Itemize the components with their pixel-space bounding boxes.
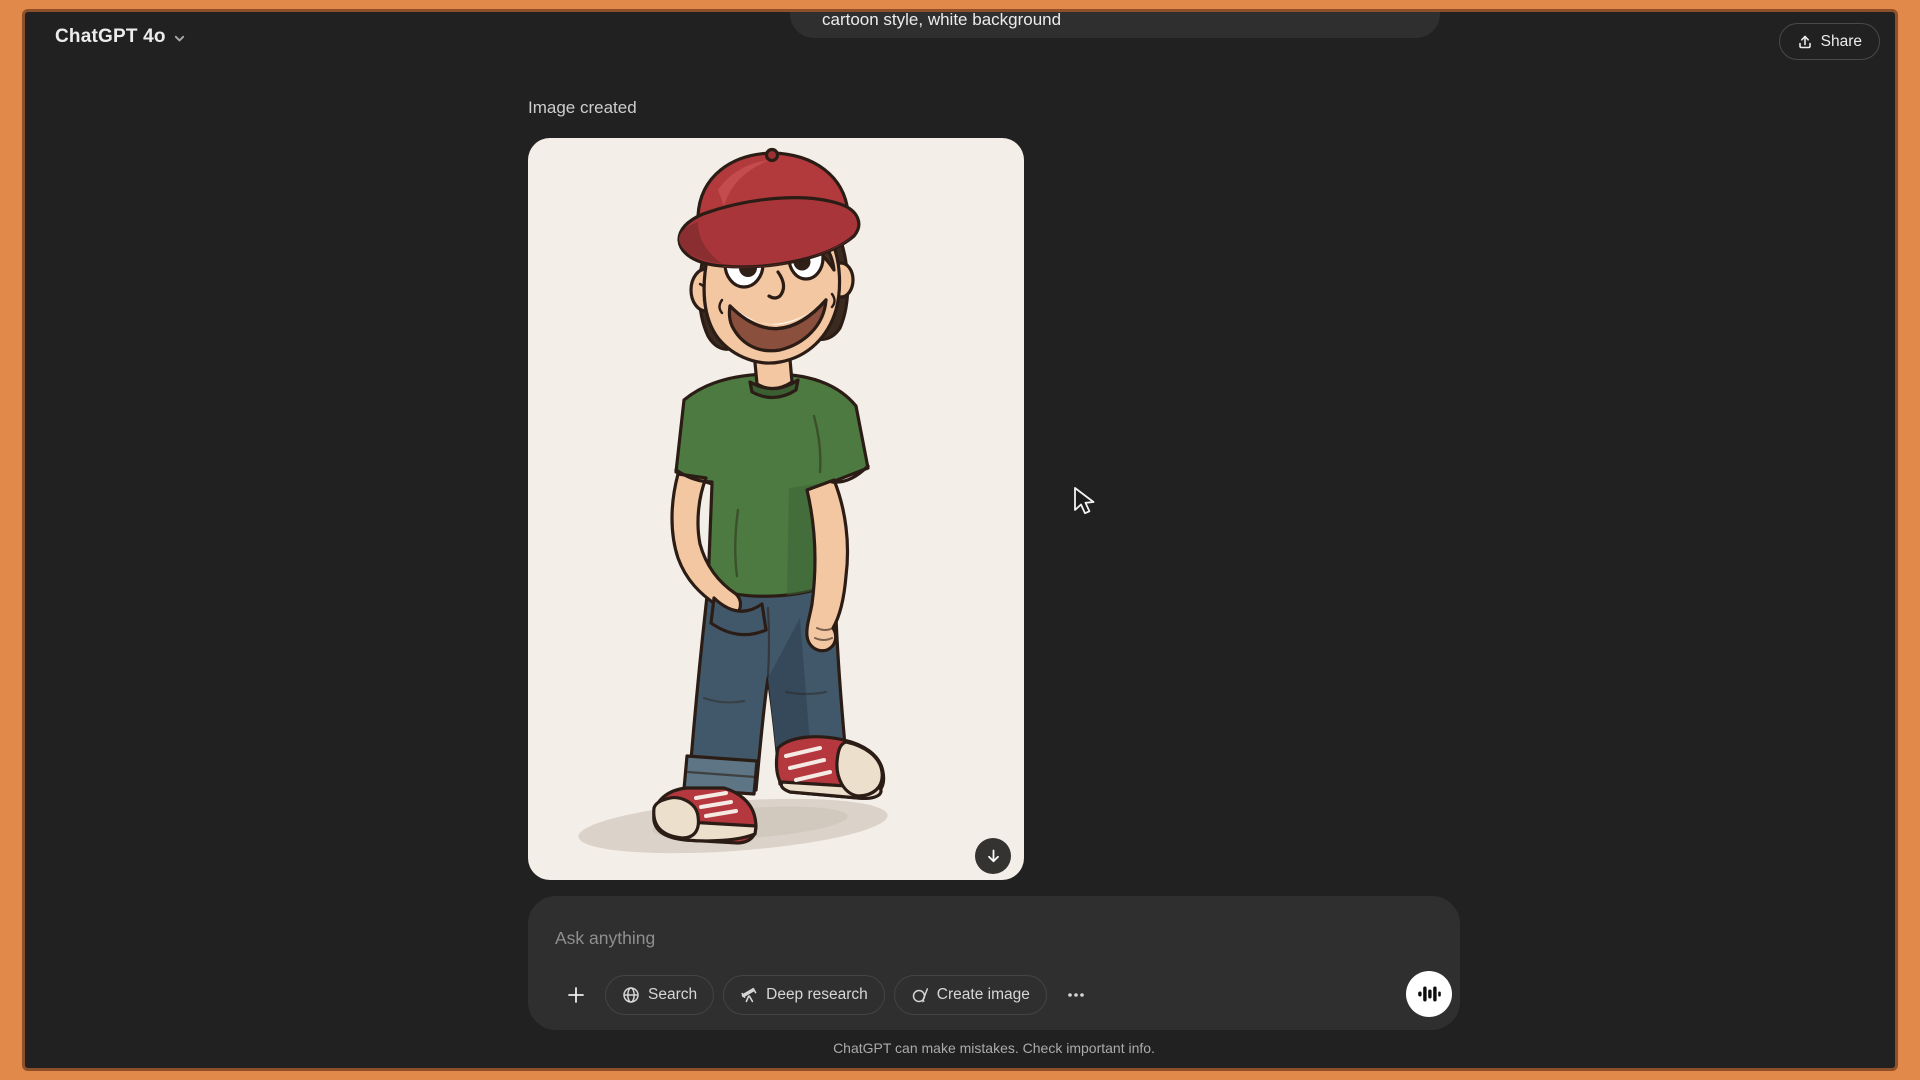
generated-image[interactable]	[528, 138, 1024, 880]
more-tools-button[interactable]	[1056, 975, 1096, 1015]
ellipsis-icon	[1066, 986, 1086, 1004]
create-image-tool-label: Create image	[937, 986, 1030, 1004]
share-button[interactable]: Share	[1779, 23, 1880, 60]
deep-research-tool-label: Deep research	[766, 986, 868, 1004]
deep-research-tool-button[interactable]: Deep research	[723, 975, 885, 1015]
voice-waveform-icon	[1417, 982, 1441, 1006]
voice-mode-button[interactable]	[1406, 971, 1452, 1017]
telescope-icon	[740, 986, 758, 1004]
paintbrush-image-icon	[911, 986, 929, 1004]
attach-button[interactable]	[556, 975, 596, 1015]
chatgpt-window: ChatGPT 4o Share cartoon style, white ba…	[25, 12, 1895, 1068]
user-message-text: cartoon style, white background	[822, 12, 1061, 30]
model-label: ChatGPT 4o	[55, 26, 166, 48]
search-tool-button[interactable]: Search	[605, 975, 714, 1015]
download-button[interactable]	[975, 838, 1011, 874]
user-message-bubble: cartoon style, white background	[790, 12, 1440, 38]
plus-icon	[566, 985, 586, 1005]
disclaimer-text: ChatGPT can make mistakes. Check importa…	[528, 1040, 1460, 1056]
message-input[interactable]: Ask anything	[555, 928, 655, 949]
search-tool-label: Search	[648, 986, 697, 1004]
image-status-label: Image created	[528, 96, 637, 120]
mouse-cursor	[1073, 486, 1099, 521]
composer: Ask anything Search	[528, 896, 1460, 1030]
share-icon	[1797, 34, 1813, 50]
download-icon	[985, 848, 1002, 865]
chevron-down-icon	[173, 32, 186, 45]
create-image-tool-button[interactable]: Create image	[894, 975, 1047, 1015]
share-label: Share	[1821, 33, 1862, 51]
globe-icon	[622, 986, 640, 1004]
boy-red-cap	[679, 150, 859, 268]
composer-toolbar: Search Deep research Create image	[556, 975, 1096, 1015]
model-switcher[interactable]: ChatGPT 4o	[55, 26, 186, 48]
cartoon-boy-illustration	[528, 138, 1024, 880]
